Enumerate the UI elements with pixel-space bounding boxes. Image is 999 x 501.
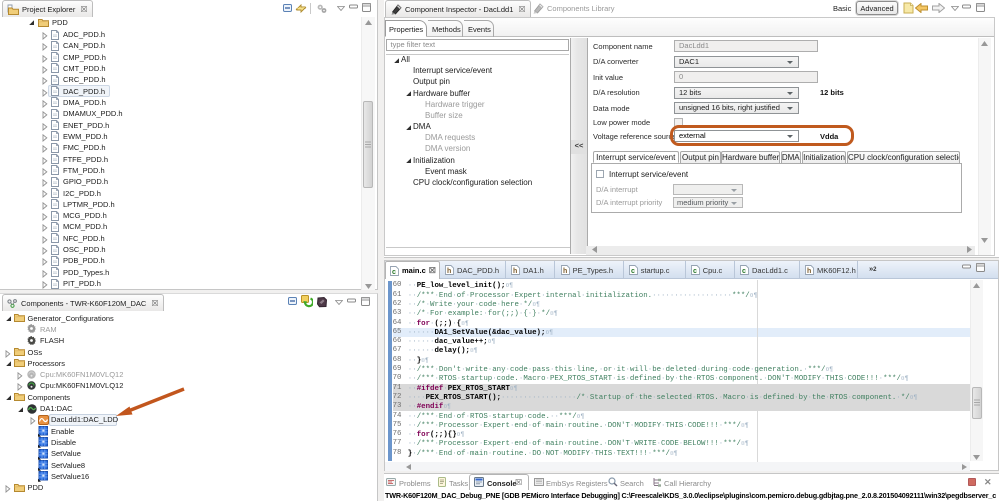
svg-text:c: c — [742, 268, 746, 275]
svg-text:c: c — [693, 268, 697, 275]
svg-text:h: h — [513, 268, 517, 275]
svg-text:h: h — [563, 268, 567, 275]
svg-text:h: h — [807, 268, 811, 275]
svg-text:c: c — [392, 269, 396, 276]
svg-text:h: h — [447, 268, 451, 275]
svg-text:c: c — [631, 268, 635, 275]
